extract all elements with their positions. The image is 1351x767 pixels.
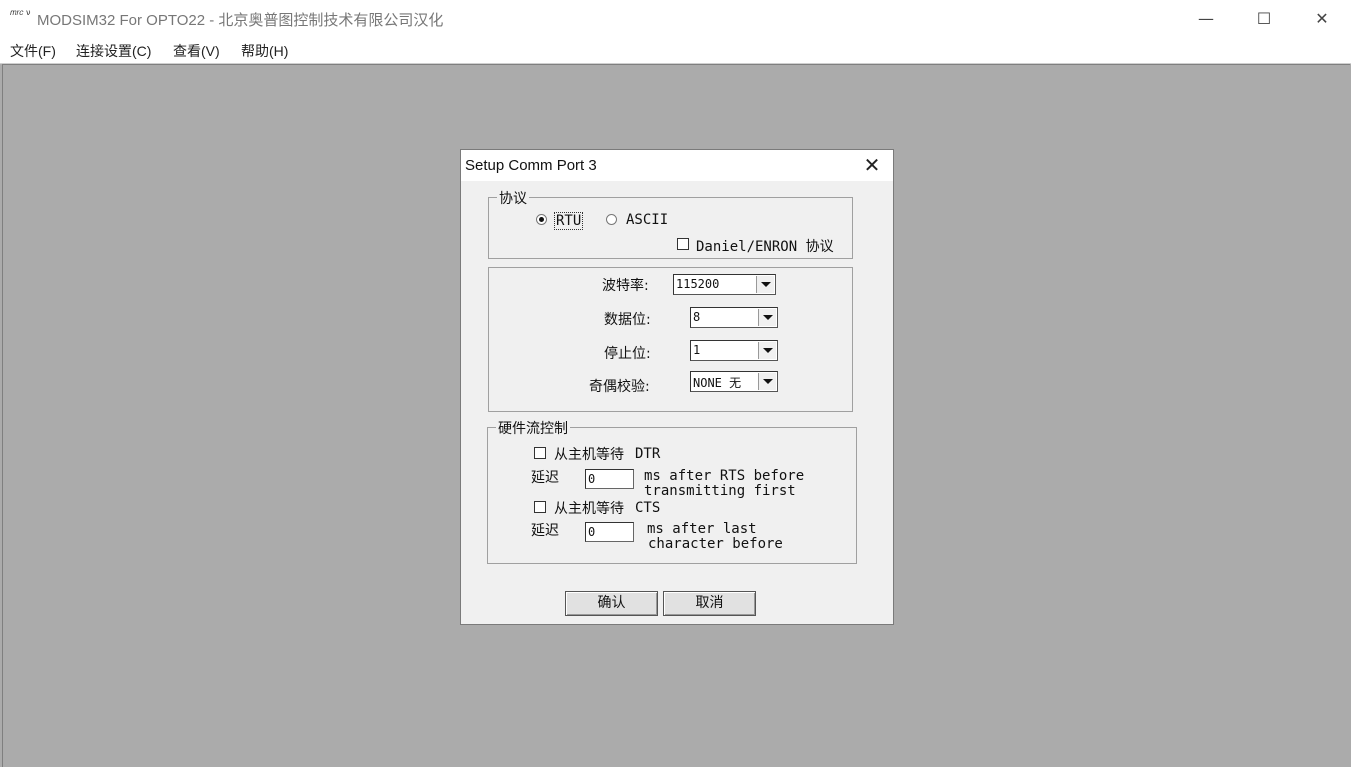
chevron-down-icon[interactable] <box>756 276 774 293</box>
ok-button[interactable]: 确认 <box>565 591 658 616</box>
chevron-down-icon[interactable] <box>758 342 776 359</box>
protocol-group-label: 协议 <box>497 188 529 208</box>
wait-cts-label[interactable]: 从主机等待 <box>554 498 624 518</box>
menu-bar: 文件(F) 连接设置(C) 查看(V) 帮助(H) <box>0 38 1351 64</box>
stop-bits-select[interactable]: 1 <box>690 340 778 361</box>
data-bits-label: 数据位: <box>604 312 651 328</box>
delay-rts-desc-2: transmitting first <box>644 483 796 499</box>
delay-cts-input[interactable]: 0 <box>585 522 634 542</box>
cancel-button[interactable]: 取消 <box>663 591 756 616</box>
setup-comm-port-dialog: Setup Comm Port 3 ✕ 协议 RTU ASCII Daniel/… <box>460 149 894 625</box>
maximize-button[interactable]: ☐ <box>1241 4 1287 34</box>
chevron-down-icon[interactable] <box>758 309 776 326</box>
delay-label-2: 延迟 <box>531 523 559 539</box>
delay-rts-desc-1: ms after RTS before <box>644 468 805 484</box>
dtr-suffix[interactable]: DTR <box>635 446 660 462</box>
delay-cts-desc-2: character before <box>648 536 783 552</box>
baud-rate-select[interactable]: 115200 <box>673 274 776 295</box>
title-bar: 𝑚𝑟𝑐 ν MODSIM32 For OPTO22 - 北京奥普图控制技术有限公… <box>0 0 1351 38</box>
data-bits-value: 8 <box>693 310 701 324</box>
baud-rate-label: 波特率: <box>602 278 649 294</box>
rtu-radio[interactable] <box>536 214 547 225</box>
delay-cts-desc-1: ms after last <box>647 521 757 537</box>
flow-control-group-label: 硬件流控制 <box>496 418 570 438</box>
stop-bits-label: 停止位: <box>604 346 651 362</box>
stop-bits-value: 1 <box>693 343 701 357</box>
parity-label: 奇偶校验: <box>589 379 650 395</box>
menu-help[interactable]: 帮助(H) <box>241 41 288 61</box>
delay-label-1: 延迟 <box>531 470 559 486</box>
ascii-label[interactable]: ASCII <box>626 212 668 228</box>
app-icon: 𝑚𝑟𝑐 ν <box>10 8 31 17</box>
cts-suffix[interactable]: CTS <box>635 500 660 516</box>
window-title: MODSIM32 For OPTO22 - 北京奥普图控制技术有限公司汉化 <box>37 12 444 29</box>
wait-dtr-label[interactable]: 从主机等待 <box>554 444 624 464</box>
menu-file[interactable]: 文件(F) <box>10 41 56 61</box>
parity-value: NONE 无 <box>693 376 742 390</box>
serial-settings-group: 波特率: 115200 数据位: 8 停止位: 1 奇偶校验: NONE 无 <box>488 267 853 412</box>
delay-rts-value: 0 <box>588 472 596 486</box>
protocol-group: 协议 RTU ASCII Daniel/ENRON 协议 <box>488 188 853 259</box>
radio-selected-dot <box>539 217 544 222</box>
parity-select[interactable]: NONE 无 <box>690 371 778 392</box>
close-button[interactable]: ✕ <box>1299 4 1345 34</box>
dialog-title-bar: Setup Comm Port 3 ✕ <box>461 150 893 181</box>
daniel-enron-label[interactable]: Daniel/ENRON 协议 <box>696 236 834 256</box>
delay-cts-value: 0 <box>588 525 596 539</box>
minimize-button[interactable]: — <box>1183 4 1229 34</box>
data-bits-select[interactable]: 8 <box>690 307 778 328</box>
delay-rts-input[interactable]: 0 <box>585 469 634 489</box>
dialog-title: Setup Comm Port 3 <box>465 157 597 174</box>
rtu-label[interactable]: RTU <box>554 212 584 230</box>
ascii-radio[interactable] <box>606 214 617 225</box>
chevron-down-icon[interactable] <box>758 373 776 390</box>
wait-cts-checkbox[interactable] <box>534 501 546 513</box>
dialog-close-button[interactable]: ✕ <box>861 154 883 176</box>
hardware-flow-control-group: 硬件流控制 从主机等待 DTR 延迟 0 ms after RTS before… <box>487 418 857 564</box>
baud-rate-value: 115200 <box>676 277 720 291</box>
daniel-enron-checkbox[interactable] <box>677 238 689 250</box>
menu-view[interactable]: 查看(V) <box>173 41 220 61</box>
wait-dtr-checkbox[interactable] <box>534 447 546 459</box>
menu-connection-settings[interactable]: 连接设置(C) <box>76 41 151 61</box>
